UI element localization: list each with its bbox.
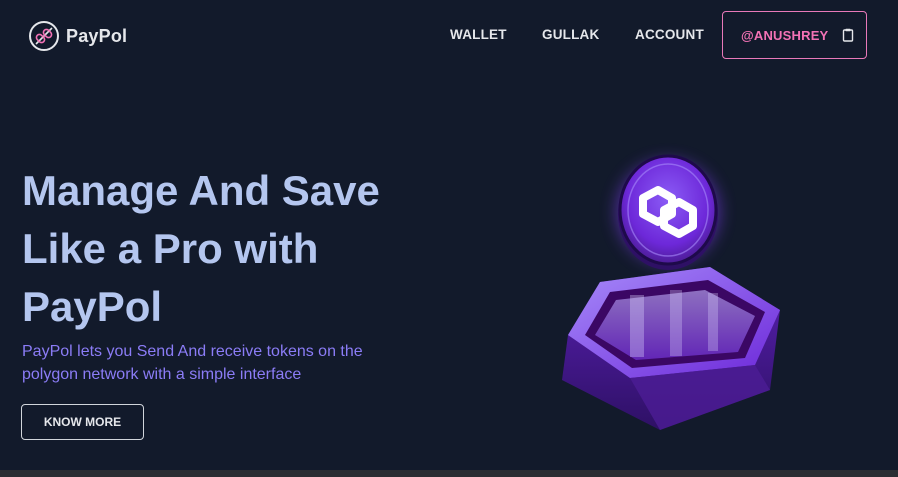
brand-name: PayPol: [66, 25, 128, 46]
account-address-label: @ANUSHREY: [741, 27, 829, 43]
hero-subtitle-line: PayPol lets you Send And receive tokens …: [22, 343, 363, 360]
window-bottom-bar: [0, 470, 898, 477]
nav-gullak-link[interactable]: GULLAK: [542, 27, 599, 42]
link-icon: [29, 21, 59, 51]
brand-home-link[interactable]: PayPol: [28, 19, 127, 53]
nav-account-link[interactable]: ACCOUNT: [635, 27, 704, 42]
hero-title: Manage And Save Like a Pro with PayPol: [22, 162, 442, 336]
hero-title-line: PayPol: [22, 283, 163, 330]
know-more-button[interactable]: KNOW MORE: [21, 404, 144, 440]
polygon-logo-icon: [562, 154, 780, 430]
navbar: PayPol WALLET GULLAK ACCOUNT @ANUSHREY: [0, 0, 898, 72]
account-address-button[interactable]: @ANUSHREY: [722, 11, 867, 59]
hero-title-line: Manage And Save: [22, 167, 380, 214]
hero-subtitle: PayPol lets you Send And receive tokens …: [22, 340, 442, 386]
nav-wallet-link[interactable]: WALLET: [450, 27, 507, 42]
hero-title-line: Like a Pro with: [22, 225, 319, 272]
hero-subtitle-line: polygon network with a simple interface: [22, 366, 302, 383]
copy-icon[interactable]: [842, 28, 854, 42]
